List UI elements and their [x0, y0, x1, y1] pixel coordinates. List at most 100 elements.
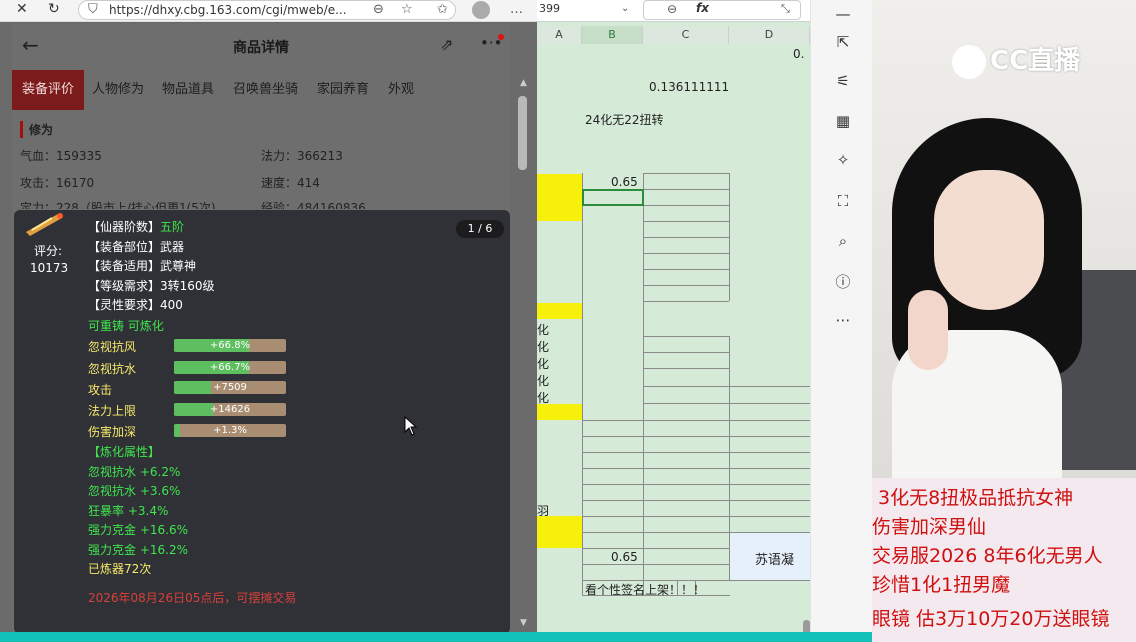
tab-equipment-rating[interactable]: 装备评价	[12, 70, 85, 110]
streamer-hand	[908, 290, 948, 370]
cell-b-sign[interactable]: 看个性签名上架！！！	[585, 581, 705, 598]
highlight-cell[interactable]	[537, 174, 582, 189]
stream-camera: CC直播 3化无8扭极品抵抗女神 伤害加深男仙 交易服2026 8年6化无男人 …	[872, 0, 1136, 642]
cell-d-top[interactable]: 0.	[793, 47, 804, 61]
stat-attack: 攻击：16170	[20, 176, 95, 190]
profile-avatar[interactable]	[472, 1, 490, 19]
zoom-icon[interactable]: ⊖	[373, 2, 384, 17]
select-cursor-icon[interactable]: ⇱	[833, 33, 853, 51]
cell-b-065[interactable]: 0.65	[611, 175, 638, 189]
caption-line: 伤害加深男仙	[872, 516, 987, 538]
highlight-cell[interactable]	[537, 205, 582, 221]
info-slot: 【装备部位】武器	[88, 240, 185, 254]
zoom-search-icon[interactable]: ⊖	[667, 2, 677, 16]
page-title: 商品详情	[233, 40, 289, 56]
attr-bar: +7509	[174, 381, 286, 394]
column-header[interactable]: A	[537, 26, 582, 44]
attr-name: 忽视抗风	[88, 340, 137, 354]
tab-character-cultivation[interactable]: 人物修为	[92, 70, 144, 110]
tab-summons-mounts[interactable]: 召唤兽坐骑	[233, 70, 298, 110]
column-header[interactable]: B	[582, 26, 643, 44]
refine-attr: 忽视抗水 +3.6%	[88, 484, 181, 498]
highlight-cell[interactable]	[537, 189, 582, 205]
tooltip-pager[interactable]: 1 / 6	[456, 220, 504, 238]
cell-a-hua[interactable]: 化	[537, 372, 549, 389]
attr-bar: +66.8%	[174, 339, 286, 352]
table-icon[interactable]: ▦	[833, 112, 853, 130]
cell-a-hua[interactable]: 化	[537, 338, 549, 355]
streamer-face	[934, 170, 1044, 310]
selected-cell[interactable]	[582, 189, 644, 206]
trade-note: 2026年08月26日05点后，可摆摊交易	[88, 591, 297, 605]
cell-d-name[interactable]: 苏语凝	[755, 549, 794, 568]
search-doc-icon[interactable]: ⌕	[833, 232, 853, 250]
star-pointer-icon[interactable]: ✧	[833, 151, 853, 169]
notification-dot	[498, 34, 504, 40]
page-header: ← 商品详情 ⇗ •·•	[12, 24, 510, 68]
stat-focus: 定力：228（股市上/挂心但更1(5次)	[20, 201, 216, 209]
stat-mp: 法力：366213	[261, 149, 343, 163]
cell-b-065-2[interactable]: 0.65	[611, 550, 638, 564]
attr-name: 法力上限	[88, 404, 137, 418]
attr-bar: +1.3%	[174, 424, 286, 437]
attr-name: 攻击	[88, 383, 113, 397]
scroll-down-icon[interactable]: ▼	[520, 618, 527, 628]
score-value: 10173	[30, 261, 69, 275]
highlight-cell[interactable]	[537, 532, 582, 548]
help-icon[interactable]: ⓘ	[833, 271, 853, 292]
spreadsheet: 399 ⌄ ⊖ fx ⤡ A B C D 0. 0.136111111 24化无…	[537, 0, 810, 642]
lock-icon: ⛉	[88, 2, 98, 17]
formula-bar: 399 ⌄ ⊖ fx ⤡	[537, 0, 810, 22]
column-header[interactable]: D	[729, 26, 810, 44]
url-field[interactable]: https://dhxy.cbg.163.com/cgi/mweb/e...	[78, 0, 456, 20]
close-tab-icon[interactable]: ✕	[16, 1, 28, 17]
cc-logo-icon	[952, 44, 986, 79]
page-scrollbar[interactable]	[518, 96, 527, 170]
refresh-icon[interactable]: ↻	[48, 1, 60, 17]
image-icon[interactable]: ⛶	[833, 192, 853, 210]
column-header[interactable]: C	[643, 26, 729, 44]
refine-attr: 强力克金 +16.6%	[88, 523, 188, 537]
adjust-icon[interactable]: ⚟	[833, 72, 853, 90]
cell-a-hua[interactable]: 化	[537, 355, 549, 372]
cell-c-value[interactable]: 0.136111111	[649, 80, 729, 94]
name-box-dropdown-icon[interactable]: ⌄	[621, 3, 629, 14]
screen: ✕ ↻ https://dhxy.cbg.163.com/cgi/mweb/e.…	[0, 0, 1136, 642]
info-spirit: 【灵性要求】400	[88, 298, 183, 312]
more-icon[interactable]: ⋯	[833, 311, 853, 329]
info-level: 【等级需求】3转160级	[88, 279, 215, 293]
share-icon[interactable]: ⇗	[440, 35, 453, 54]
attr-name: 伤害加深	[88, 425, 137, 439]
caption-line: 眼镜 估3万10万20万送眼镜	[872, 608, 1110, 630]
favorite-icon[interactable]: ☆	[401, 2, 413, 17]
refine-count: 已炼器72次	[88, 562, 152, 576]
scroll-up-icon[interactable]: ▲	[520, 78, 527, 88]
tab-home[interactable]: 家园养育	[317, 70, 369, 110]
expand-icon[interactable]: ⤡	[781, 2, 790, 16]
cell-a-hua[interactable]: 化	[537, 321, 549, 338]
equip-flags: 可重铸 可炼化	[88, 319, 164, 333]
cc-logo: CC直播	[952, 40, 1080, 79]
highlight-cell[interactable]	[537, 303, 582, 319]
stat-speed: 速度：414	[261, 176, 320, 190]
name-box[interactable]: 399	[539, 2, 560, 15]
stat-exp: 经验：484160836	[261, 201, 366, 209]
minimize-icon[interactable]: —	[833, 5, 853, 23]
info-class: 【装备适用】武尊神	[88, 259, 197, 273]
refine-attr: 狂暴率 +3.4%	[88, 504, 169, 518]
stat-hp: 气血：159335	[20, 149, 102, 163]
caption-line: 交易服2026 8年6化无男人	[872, 545, 1103, 567]
cell-b-note[interactable]: 24化无22扭转	[585, 111, 664, 128]
refine-attr: 强力克金 +16.2%	[88, 543, 188, 557]
highlight-cell[interactable]	[537, 404, 582, 420]
tab-items[interactable]: 物品道具	[162, 70, 214, 110]
attr-bar: +66.7%	[174, 361, 286, 374]
cell-a-yu[interactable]: 羽	[537, 502, 549, 519]
cell-a-hua[interactable]: 化	[537, 389, 549, 406]
fx-icon[interactable]: fx	[696, 1, 709, 15]
tab-appearance[interactable]: 外观	[388, 70, 414, 110]
favorites-bar-icon[interactable]: ✩	[437, 2, 448, 17]
more-icon[interactable]: …	[510, 2, 523, 17]
address-bar: ✕ ↻ https://dhxy.cbg.163.com/cgi/mweb/e.…	[0, 0, 537, 22]
equipment-tooltip: 评分: 10173 1 / 6 【仙器阶数】五阶 【装备部位】武器 【装备适用】…	[14, 210, 510, 634]
